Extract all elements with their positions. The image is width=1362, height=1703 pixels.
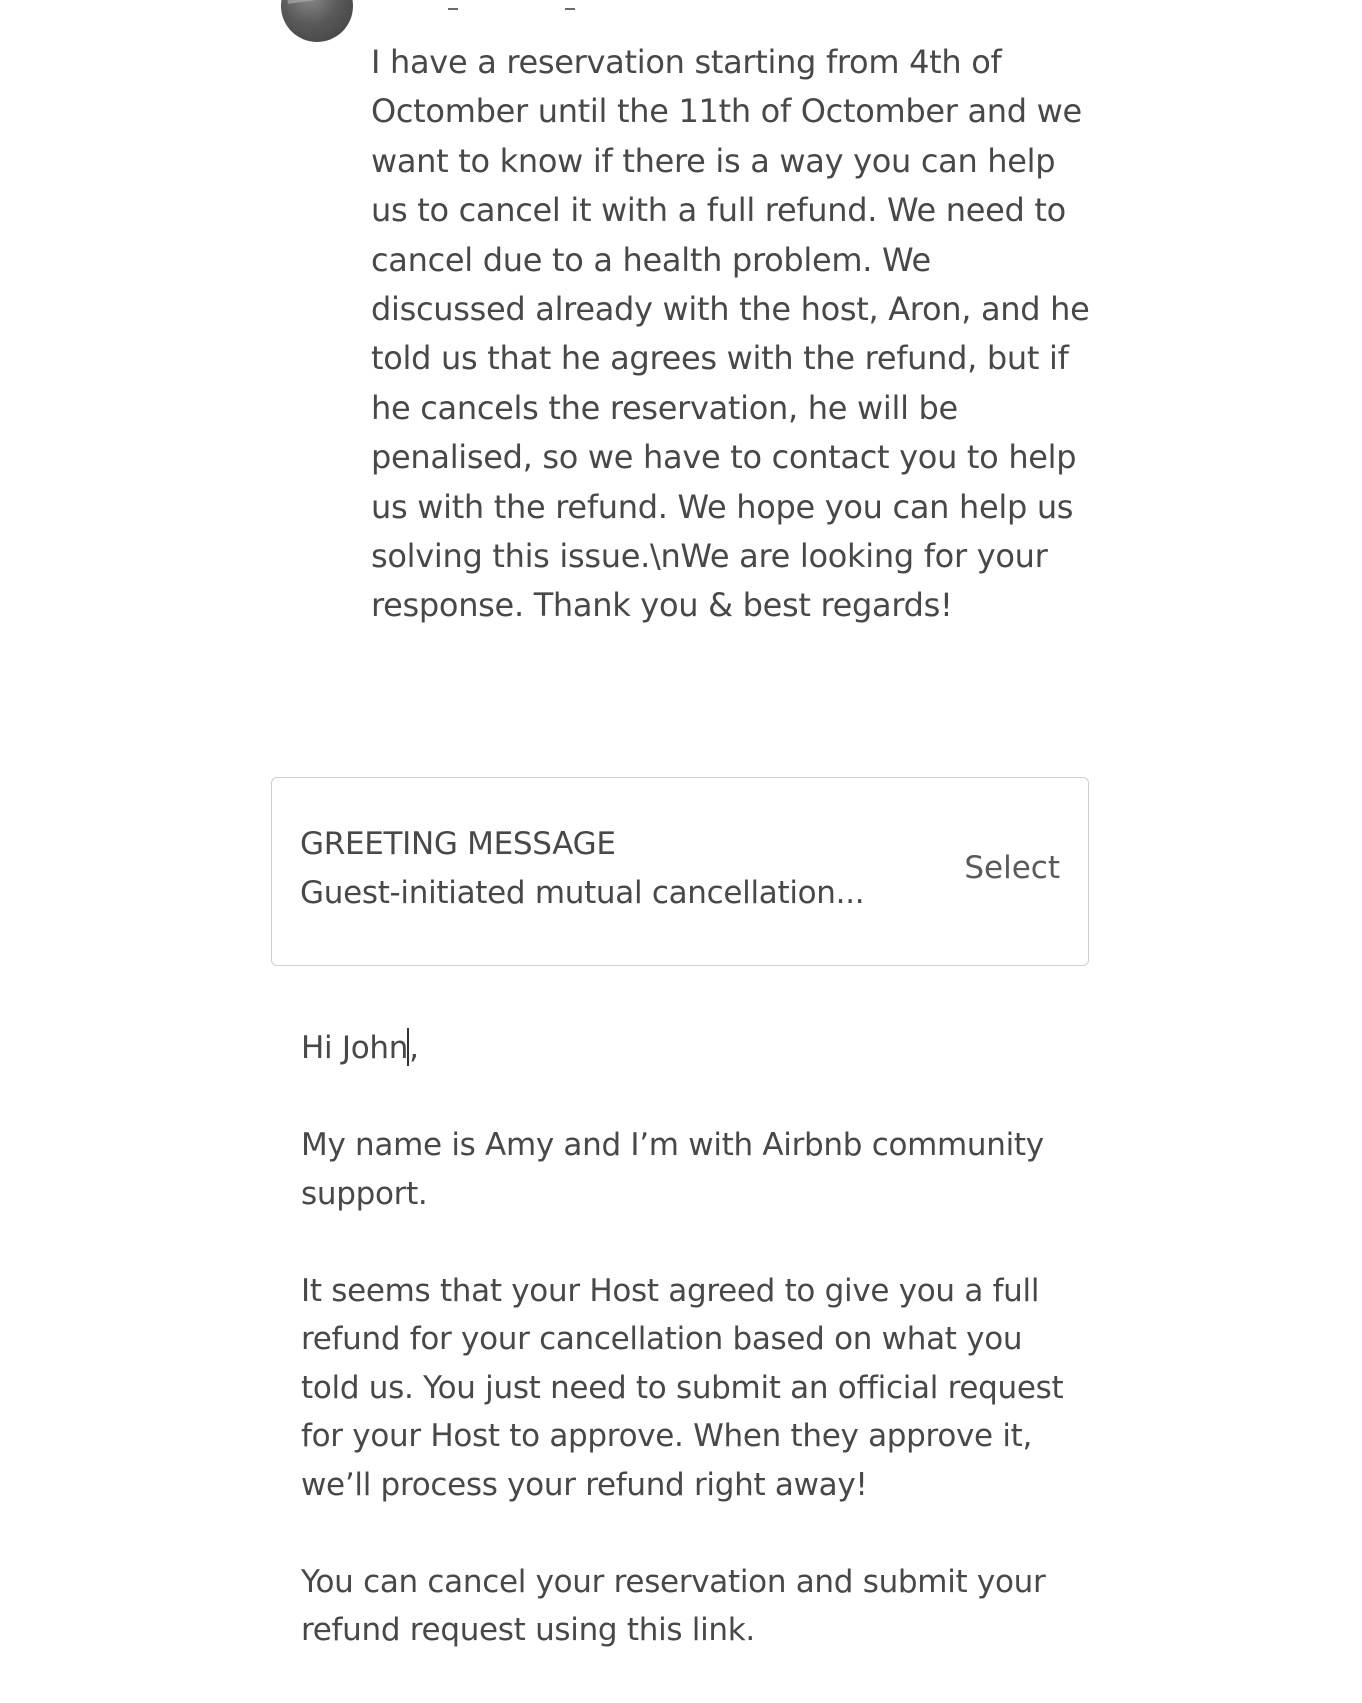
reply-greeting-punctuation: , [409, 1030, 419, 1066]
reply-editor[interactable]: Hi John, My name is Amy and I’m with Air… [301, 1024, 1081, 1703]
guest-message-text: I have a reservation starting from 4th o… [371, 43, 1090, 625]
sender-name-fragment [565, 4, 575, 10]
reply-body: It seems that your Host agreed to give y… [301, 1272, 1064, 1503]
reply-greeting: Hi John, [301, 1024, 1081, 1073]
select-template-button[interactable]: Select [964, 850, 1060, 886]
template-category-label: GREETING MESSAGE [300, 826, 616, 862]
reply-instructions: You can cancel your reservation and subm… [301, 1563, 1046, 1649]
avatar-photo-detail [286, 0, 344, 4]
reply-greeting-text: Hi John [301, 1030, 409, 1066]
reply-intro: My name is Amy and I’m with Airbnb commu… [301, 1127, 1044, 1212]
template-selector[interactable]: GREETING MESSAGE Guest-initiated mutual … [271, 777, 1089, 966]
template-name: Guest-initiated mutual cancellation... [300, 875, 865, 911]
guest-avatar [281, 0, 353, 42]
sender-name-fragment [448, 4, 458, 10]
